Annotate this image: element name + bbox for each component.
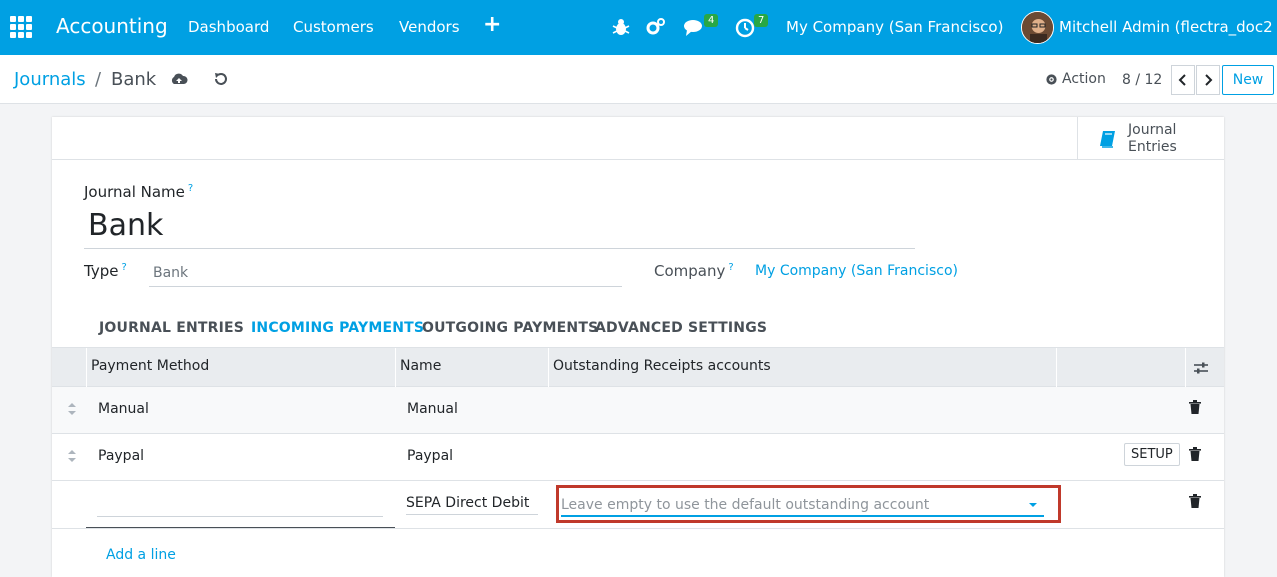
chevron-down-icon[interactable] [1029,503,1037,507]
bug-icon[interactable] [610,16,632,38]
chevron-right-icon [1205,74,1213,86]
header-payment-method[interactable]: Payment Method [91,358,209,374]
tab-journal-entries[interactable]: JOURNAL ENTRIES [99,320,244,336]
activities-badge: 7 [754,14,769,27]
apps-menu-icon[interactable] [10,16,32,38]
messages-badge: 4 [704,14,719,27]
company-help-icon[interactable]: ? [728,262,733,273]
notebook-tabs: JOURNAL ENTRIES INCOMING PAYMENTS OUTGOI… [52,310,1224,348]
user-menu[interactable]: Mitchell Admin (flectra_doc2 [1059,18,1273,36]
journal-entries-label: Journal Entries [1128,121,1177,155]
menu-dashboard[interactable]: Dashboard [188,18,269,36]
journal-entries-smart-button[interactable]: Journal Entries [1077,117,1224,160]
menu-customers[interactable]: Customers [293,18,374,36]
drag-handle-icon[interactable] [66,448,78,464]
new-button[interactable]: New [1222,65,1274,95]
pager-previous-button[interactable] [1171,65,1195,95]
trash-icon[interactable] [1188,446,1202,462]
trash-icon[interactable] [1188,399,1202,415]
payment-method-underline [86,527,395,528]
user-avatar[interactable] [1021,11,1054,44]
add-line-row: Add a line [52,529,1224,576]
breadcrumb-separator: / [95,69,102,90]
company-field[interactable]: My Company (San Francisco) [755,263,958,279]
plus-icon[interactable]: + [483,12,501,37]
row-name: Paypal [407,448,454,464]
trash-icon[interactable] [1188,493,1202,509]
action-button[interactable]: Action [1045,71,1106,87]
chevron-left-icon [1178,74,1186,86]
row-payment-method: Paypal [98,448,145,464]
company-switcher[interactable]: My Company (San Francisco) [786,18,1003,36]
breadcrumb-current: Bank [111,69,157,90]
add-line-link[interactable]: Add a line [106,547,176,563]
cloud-upload-icon[interactable] [170,70,188,88]
outstanding-account-input[interactable]: Leave empty to use the default outstandi… [561,495,1044,517]
journal-name-label: Journal Name? [84,183,194,201]
payment-method-input[interactable] [97,495,383,517]
tab-incoming-payments[interactable]: INCOMING PAYMENTS [251,320,424,336]
book-icon [1100,130,1115,148]
breadcrumb-journals[interactable]: Journals [14,69,86,90]
journal-name-help-icon[interactable]: ? [188,183,193,194]
chat-icon[interactable] [683,16,705,38]
top-navbar: Accounting Dashboard Customers Vendors +… [0,0,1277,55]
action-label: Action [1062,71,1106,87]
table-header: Payment Method Name Outstanding Receipts… [52,348,1224,387]
header-name[interactable]: Name [400,358,441,374]
tab-advanced-settings[interactable]: ADVANCED SETTINGS [595,320,767,336]
tab-outgoing-payments[interactable]: OUTGOING PAYMENTS [422,320,598,336]
pager-value[interactable]: 8 / 12 [1122,72,1162,88]
type-field[interactable]: Bank [149,259,622,287]
editable-row[interactable]: SEPA Direct Debit Leave empty to use the… [52,481,1224,529]
journal-name-input[interactable]: Bank [84,203,915,249]
type-help-icon[interactable]: ? [121,262,126,273]
company-label: Company? [654,262,734,280]
gear-icon [1046,73,1057,85]
menu-vendors[interactable]: Vendors [399,18,460,36]
control-panel: Journals / Bank Action 8 / 12 New [0,55,1277,104]
type-label: Type? [84,262,127,280]
gears-icon[interactable] [645,16,667,38]
smart-button-box: Journal Entries [52,117,1224,160]
name-input[interactable]: SEPA Direct Debit [406,495,538,515]
table-row[interactable]: Paypal Paypal SETUP [52,434,1224,481]
setup-button[interactable]: SETUP [1124,443,1180,466]
table-row[interactable]: Manual Manual [52,387,1224,434]
optional-columns-icon[interactable] [1193,361,1209,375]
row-payment-method: Manual [98,401,149,417]
row-name: Manual [407,401,458,417]
header-outstanding-accounts[interactable]: Outstanding Receipts accounts [553,358,771,374]
pager-next-button[interactable] [1196,65,1220,95]
form-sheet: Journal Entries Journal Name? Bank Type?… [52,117,1224,577]
discard-icon[interactable] [212,70,230,88]
drag-handle-icon[interactable] [66,401,78,417]
app-name[interactable]: Accounting [56,14,168,38]
